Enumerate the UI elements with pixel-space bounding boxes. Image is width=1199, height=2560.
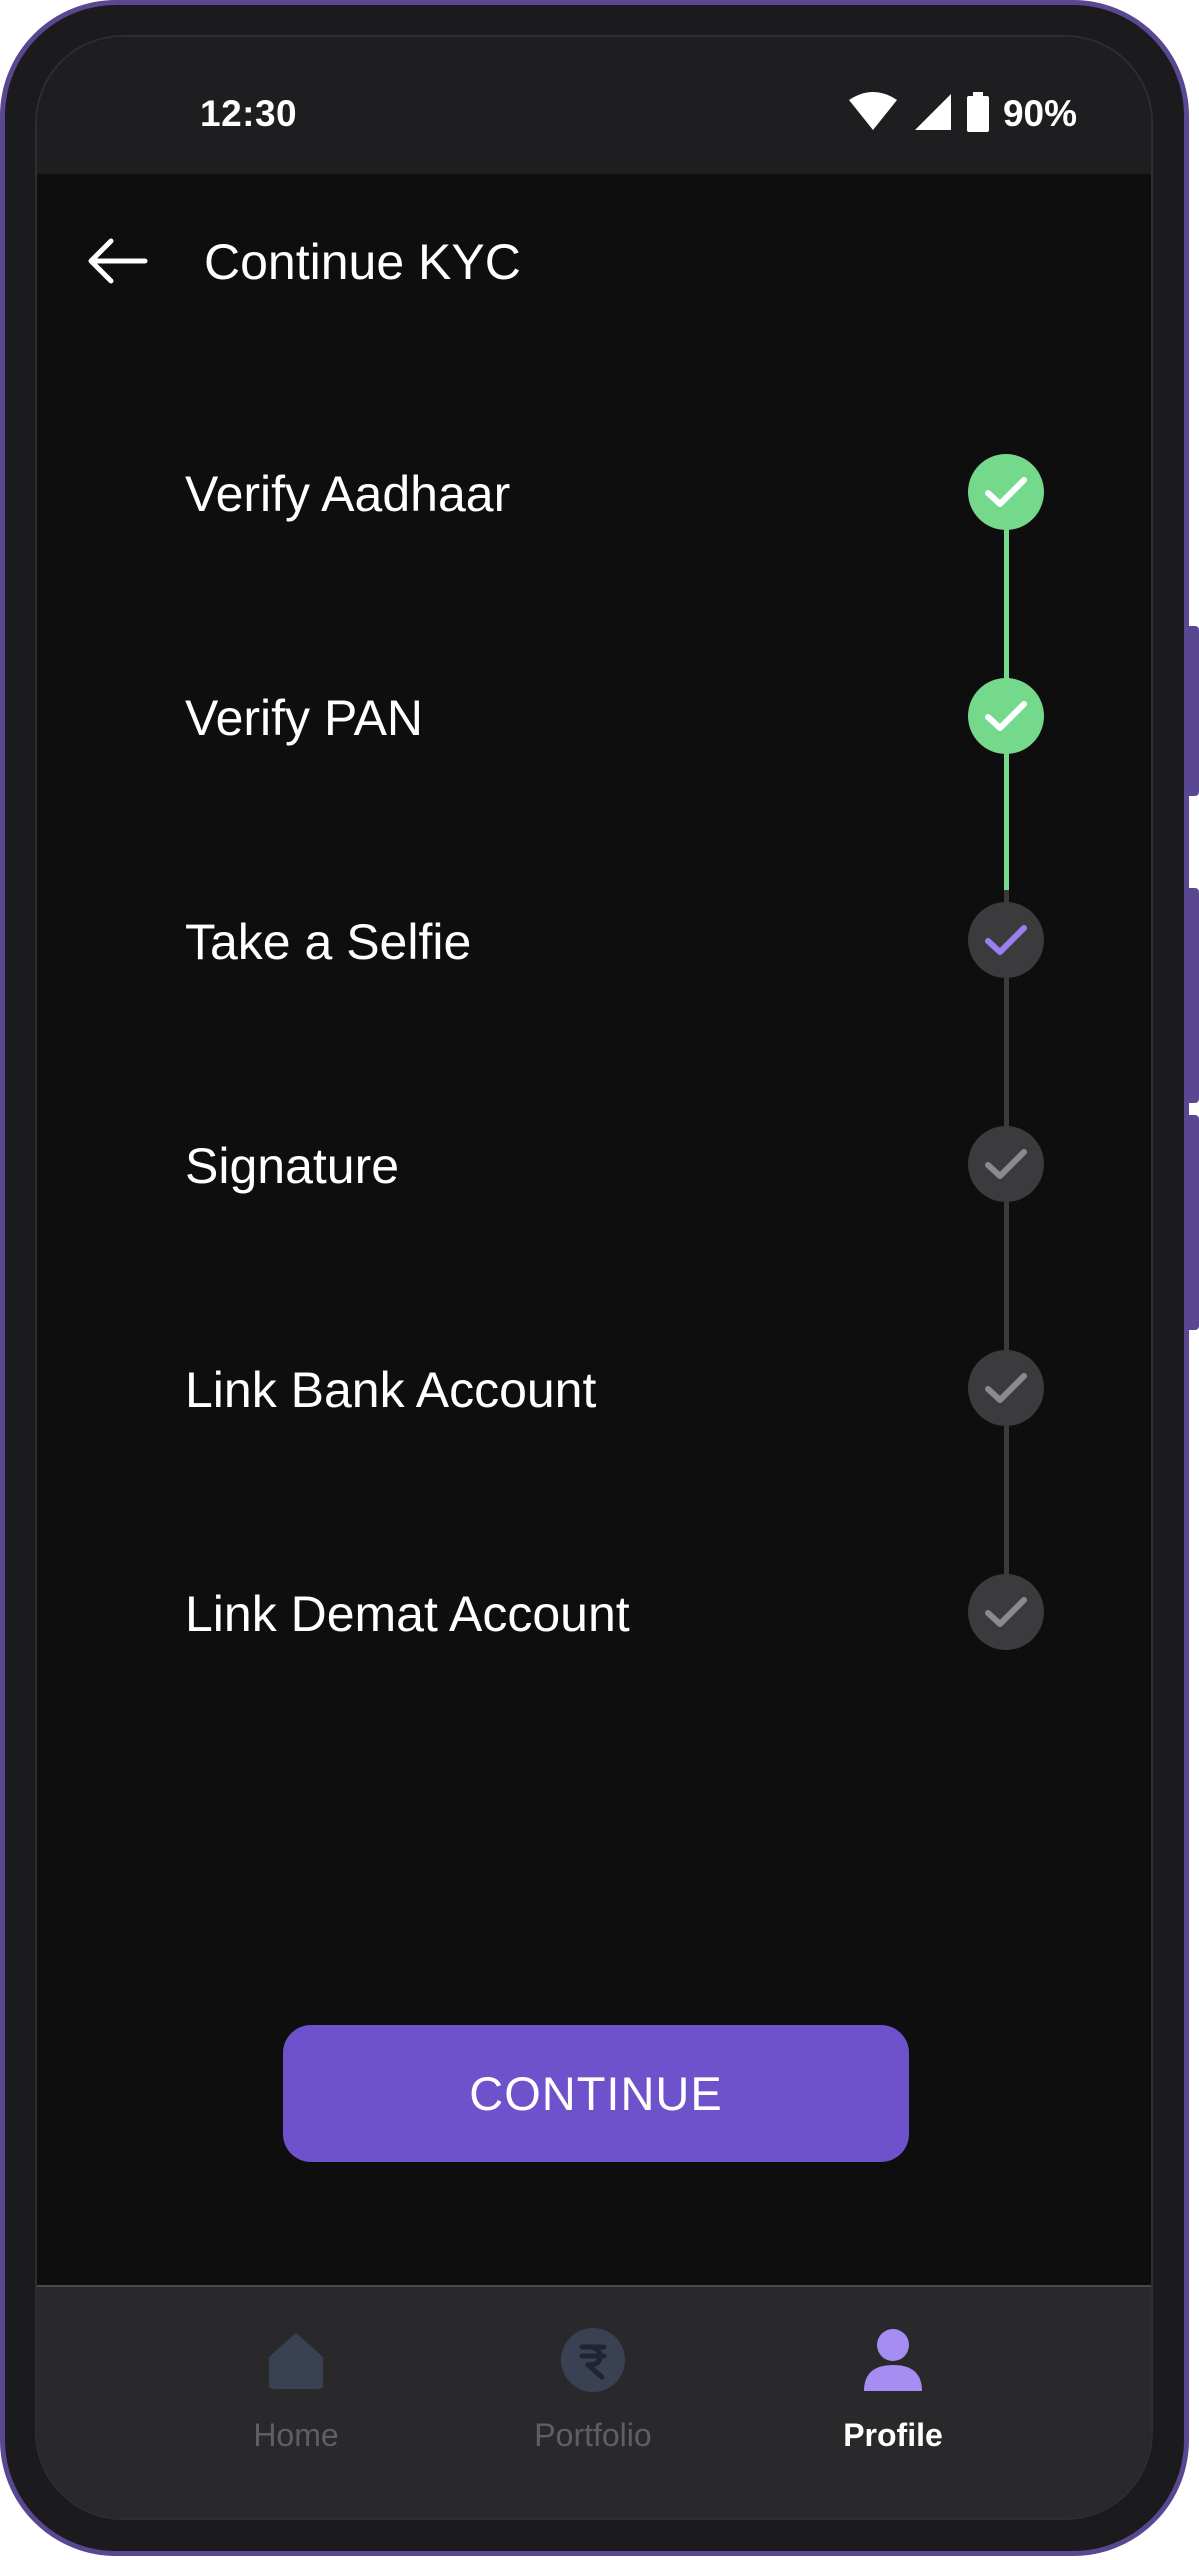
bottom-navigation: Home Portfolio Profile (37, 2285, 1151, 2518)
step-status-completed (968, 454, 1044, 530)
person-icon (864, 2329, 922, 2391)
status-time: 12:30 (200, 93, 298, 134)
nav-label-portfolio: Portfolio (534, 2417, 652, 2453)
step-connector-2 (1004, 750, 1009, 890)
status-indicators: 90% (847, 91, 1077, 137)
step-status-pending (968, 1350, 1044, 1426)
step-signature[interactable]: Signature (185, 1109, 1065, 1219)
step-label: Take a Selfie (185, 914, 472, 970)
signal-icon (913, 92, 953, 137)
back-button[interactable] (77, 221, 157, 301)
step-status-completed (968, 678, 1044, 754)
check-icon (985, 477, 1027, 507)
side-button-bottom (1189, 1115, 1199, 1330)
step-link-demat-account[interactable]: Link Demat Account (185, 1557, 1065, 1667)
nav-label-profile: Profile (843, 2417, 943, 2453)
nav-item-portfolio[interactable]: Portfolio (493, 2287, 693, 2487)
check-icon (985, 701, 1027, 731)
step-label: Verify Aadhaar (185, 466, 511, 522)
home-icon (269, 2333, 323, 2389)
step-status-pending (968, 1126, 1044, 1202)
side-button-middle (1189, 888, 1199, 1103)
continue-button[interactable]: CONTINUE (283, 2025, 909, 2162)
step-verify-aadhaar[interactable]: Verify Aadhaar (185, 437, 1065, 547)
battery-percentage: 90% (1002, 93, 1077, 134)
side-button-top (1189, 626, 1199, 796)
step-label: Link Demat Account (185, 1586, 630, 1642)
step-status-current (968, 902, 1044, 978)
arrow-left-icon (88, 238, 148, 284)
battery-icon (966, 91, 989, 137)
step-link-bank-account[interactable]: Link Bank Account (185, 1333, 1065, 1443)
step-label: Signature (185, 1138, 400, 1194)
step-status-pending (968, 1574, 1044, 1650)
wifi-icon (847, 91, 899, 137)
step-label: Link Bank Account (185, 1362, 597, 1418)
check-icon (985, 1597, 1027, 1627)
step-take-selfie[interactable]: Take a Selfie (185, 885, 1065, 995)
check-icon (985, 1149, 1027, 1179)
nav-item-profile[interactable]: Profile (793, 2287, 993, 2487)
page-title: Continue KYC (204, 234, 521, 290)
rupee-icon (561, 2328, 625, 2392)
check-icon (985, 925, 1027, 955)
step-label: Verify PAN (185, 690, 424, 746)
nav-label-home: Home (253, 2417, 339, 2453)
step-verify-pan[interactable]: Verify PAN (185, 661, 1065, 771)
nav-item-home[interactable]: Home (196, 2287, 396, 2487)
app-screen: 12:30 90% Continue KYC Verify Aadhaar Ve… (35, 35, 1153, 2520)
status-bar: 12:30 90% (37, 37, 1151, 174)
check-icon (985, 1373, 1027, 1403)
